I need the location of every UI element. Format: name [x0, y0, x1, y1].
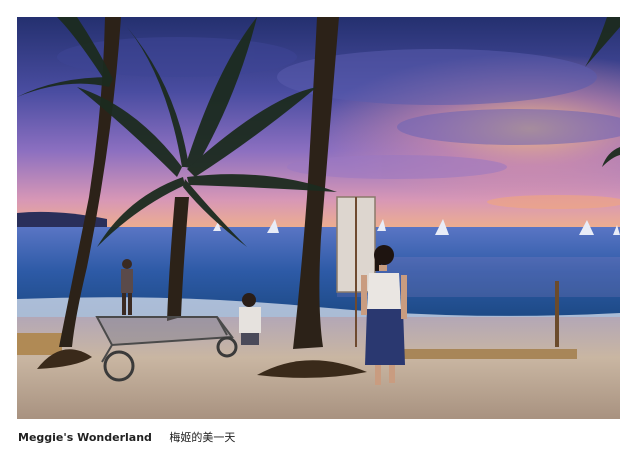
photo-frame: Meggie's Wonderland 梅姬的美一天	[0, 0, 640, 456]
caption-title: Meggie's Wonderland	[18, 431, 152, 444]
bamboo-border-right	[387, 349, 577, 359]
caption-subtitle: 梅姬的美一天	[169, 431, 236, 444]
photo-caption: Meggie's Wonderland 梅姬的美一天	[18, 429, 418, 445]
beach-sunset-photo	[17, 17, 620, 419]
beach-sunset-scene	[17, 17, 620, 419]
wooden-pole	[555, 281, 559, 347]
bamboo-border-left	[17, 333, 62, 355]
